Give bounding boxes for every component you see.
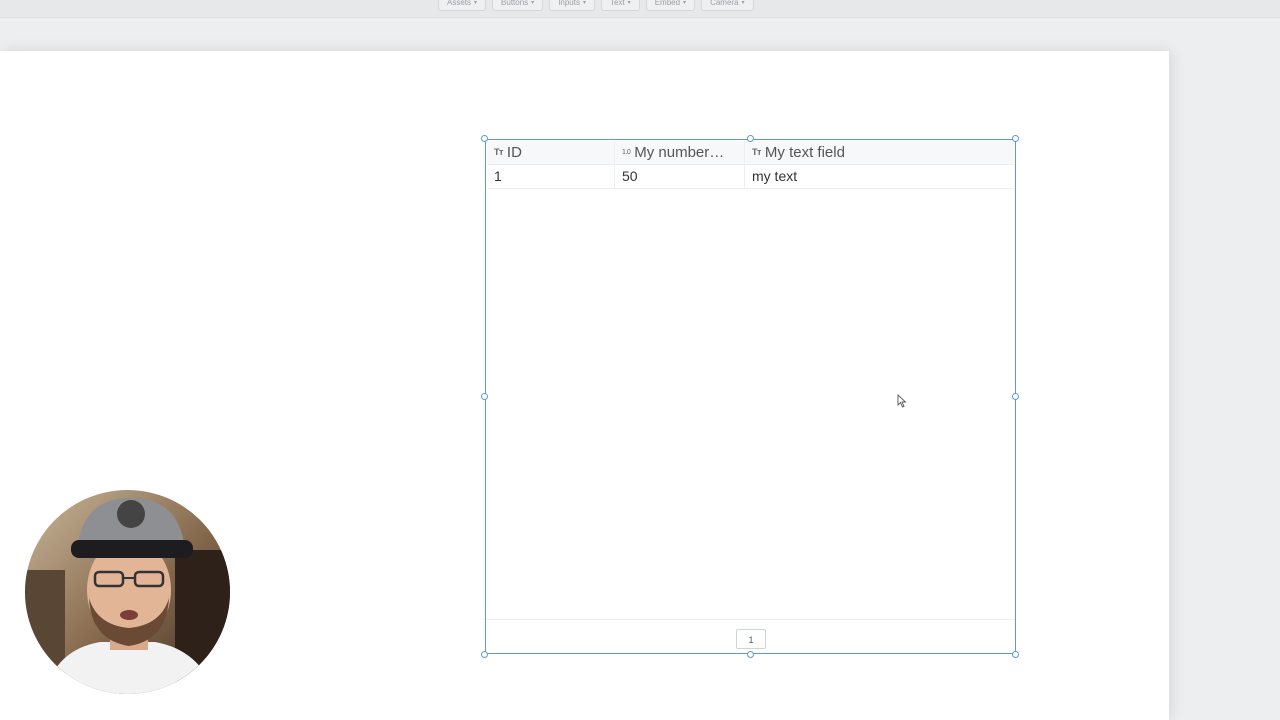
resize-handle-top-left[interactable] bbox=[481, 135, 488, 142]
resize-handle-bottom-right[interactable] bbox=[1012, 651, 1019, 658]
resize-handle-bottom-left[interactable] bbox=[481, 651, 488, 658]
webcam-overlay bbox=[25, 490, 230, 694]
camera-dropdown-button[interactable]: Camera ▾ bbox=[701, 0, 754, 11]
caret-down-icon: ▾ bbox=[474, 0, 478, 6]
top-toolbar-bar: Assets ▾ Buttons ▾ Inputs ▾ Text ▾ Embed ▾ Ca… bbox=[0, 0, 1280, 18]
column-header-label: My number… bbox=[634, 144, 725, 161]
data-table-widget[interactable]: Tт ID 1.0 My number… Tт My text field 1 … bbox=[485, 139, 1016, 654]
table-header-row: Tт ID 1.0 My number… Tт My text field bbox=[487, 141, 1014, 165]
text-type-icon: Tт bbox=[494, 147, 503, 157]
column-header-id[interactable]: Tт ID bbox=[487, 141, 615, 164]
caret-down-icon: ▾ bbox=[582, 0, 586, 6]
resize-handle-left[interactable] bbox=[481, 393, 488, 400]
column-header-label: My text field bbox=[764, 144, 845, 161]
resize-handle-top[interactable] bbox=[747, 135, 754, 142]
inputs-dropdown-button[interactable]: Inputs ▾ bbox=[549, 0, 595, 11]
text-dropdown-button[interactable]: Text ▾ bbox=[601, 0, 640, 11]
column-header-my-text-field[interactable]: Tт My text field bbox=[745, 141, 1014, 164]
number-type-icon: 1.0 bbox=[622, 149, 631, 156]
table-row[interactable]: 1 50 my text bbox=[487, 165, 1014, 189]
resize-handle-bottom[interactable] bbox=[747, 651, 754, 658]
caret-down-icon: ▾ bbox=[741, 0, 745, 6]
resize-handle-top-right[interactable] bbox=[1012, 135, 1019, 142]
assets-dropdown-button[interactable]: Assets ▾ bbox=[438, 0, 487, 11]
resize-handle-right[interactable] bbox=[1012, 393, 1019, 400]
column-header-my-number[interactable]: 1.0 My number… bbox=[615, 141, 745, 164]
column-header-label: ID bbox=[506, 144, 522, 161]
caret-down-icon: ▾ bbox=[531, 0, 535, 6]
table-cell-number[interactable]: 50 bbox=[615, 165, 745, 188]
data-table-grid: Tт ID 1.0 My number… Tт My text field 1 … bbox=[487, 141, 1014, 189]
caret-down-icon: ▾ bbox=[627, 0, 631, 6]
text-type-icon: Tт bbox=[752, 147, 761, 157]
embed-dropdown-button[interactable]: Embed ▾ bbox=[645, 0, 696, 11]
page-number-button[interactable]: 1 bbox=[736, 629, 766, 649]
table-cell-text[interactable]: my text bbox=[745, 165, 1014, 188]
table-cell-id[interactable]: 1 bbox=[487, 165, 615, 188]
component-toolbar: Assets ▾ Buttons ▾ Inputs ▾ Text ▾ Embed ▾ Ca… bbox=[438, 0, 754, 11]
buttons-dropdown-button[interactable]: Buttons ▾ bbox=[492, 0, 544, 11]
caret-down-icon: ▾ bbox=[683, 0, 687, 6]
mouse-pointer-icon bbox=[897, 393, 907, 413]
table-pagination: 1 bbox=[486, 619, 1015, 653]
